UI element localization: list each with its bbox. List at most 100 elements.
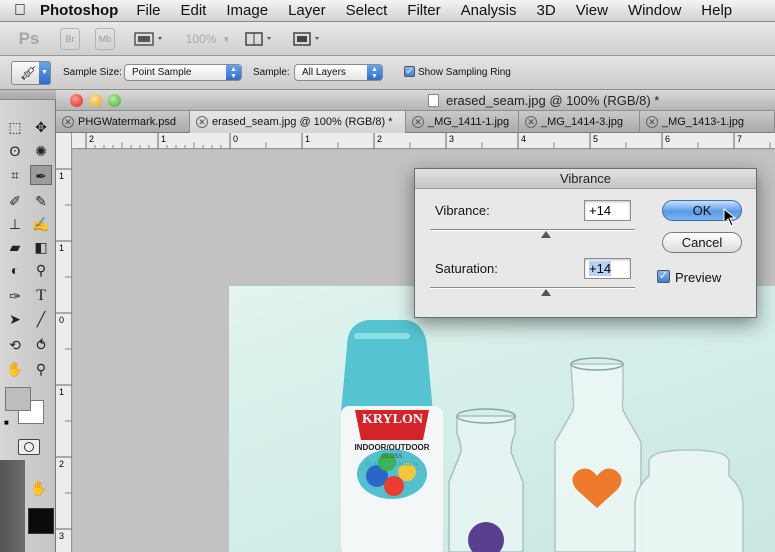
pen-tool-icon[interactable]: ✑	[4, 286, 26, 306]
path-selection-tool-icon[interactable]: ➤	[4, 309, 26, 329]
vibrance-slider-thumb[interactable]	[541, 231, 551, 238]
app-menu[interactable]: Photoshop	[40, 2, 118, 19]
line-tool-icon[interactable]: ╱	[30, 309, 52, 329]
hand-tool-icon[interactable]: ✋	[4, 359, 26, 379]
vibrance-slider-track[interactable]	[430, 229, 635, 231]
bridge-button[interactable]: Br	[60, 28, 80, 50]
saturation-slider-thumb[interactable]	[541, 289, 551, 296]
tab-erased-seam[interactable]: ✕ erased_seam.jpg @ 100% (RGB/8) *	[190, 111, 406, 133]
zoom-tool-icon[interactable]: ⚲	[30, 359, 52, 379]
ruler-label: 1	[59, 243, 65, 253]
vibrance-dialog: Vibrance Vibrance: +14 Saturation: +14 O…	[414, 168, 757, 318]
close-icon[interactable]: ✕	[646, 116, 658, 128]
zoom-level[interactable]: 100% ▼	[183, 28, 233, 50]
ruler-label: 1	[305, 134, 311, 144]
lasso-tool-icon[interactable]: ʘ	[4, 141, 26, 161]
menu-select[interactable]: Select	[346, 2, 388, 19]
3d-orbit-tool-icon[interactable]: ⥀	[30, 335, 52, 355]
eyedropper-tool-icon[interactable]: ✒	[30, 165, 52, 185]
hand-tool-icon[interactable]: ✋	[28, 478, 50, 498]
menu-bar:  Photoshop File Edit Image Layer Select…	[0, 0, 775, 22]
menu-window[interactable]: Window	[628, 2, 681, 19]
sample-size-select[interactable]: Point Sample ▲ ▼	[124, 64, 242, 81]
menu-view[interactable]: View	[576, 2, 608, 19]
close-icon[interactable]: ✕	[62, 116, 74, 128]
panel-strip	[0, 460, 25, 552]
brush-tool-icon[interactable]: ✎	[30, 191, 52, 211]
vibrance-input[interactable]: +14	[584, 200, 631, 221]
can-brand-text: KRYLON	[362, 412, 423, 427]
saturation-input[interactable]: +14	[584, 258, 631, 279]
stepper-arrows-icon: ▲ ▼	[226, 65, 241, 80]
dodge-tool-icon[interactable]: ⚲	[30, 260, 52, 280]
ruler-label: 1	[59, 171, 65, 181]
arrange-documents-button[interactable]	[244, 28, 278, 50]
toolbox-grip[interactable]	[0, 90, 56, 100]
menu-file[interactable]: File	[136, 2, 160, 19]
tab-phgwatermark[interactable]: ✕ PHGWatermark.psd	[56, 111, 190, 133]
cancel-button[interactable]: Cancel	[662, 232, 742, 253]
gradient-tool-icon[interactable]: ◧	[30, 237, 52, 257]
ruler-label: 3	[59, 531, 65, 541]
vertical-ruler[interactable]: 1 1 0 1 2 3	[56, 133, 72, 552]
show-sampling-ring-label: Show Sampling Ring	[418, 67, 511, 78]
foreground-color-swatch-top[interactable]	[5, 387, 31, 411]
menu-layer[interactable]: Layer	[288, 2, 326, 19]
show-sampling-ring-checkbox[interactable]: ✓	[404, 66, 415, 77]
menu-edit[interactable]: Edit	[181, 2, 207, 19]
mini-bridge-button[interactable]: Mb	[95, 28, 115, 50]
ruler-label: 1	[161, 134, 167, 144]
foreground-color-swatch-secondary[interactable]	[28, 508, 54, 534]
minimize-window-button[interactable]	[89, 94, 102, 107]
close-icon[interactable]: ✕	[412, 116, 424, 128]
preview-checkbox[interactable]: ✓	[657, 270, 670, 283]
saturation-slider-track[interactable]	[430, 287, 635, 289]
close-icon[interactable]: ✕	[196, 116, 208, 128]
marquee-tool-icon[interactable]: ⬚	[4, 117, 26, 137]
crop-tool-icon[interactable]: ⌗	[4, 165, 26, 185]
blur-tool-icon[interactable]: ◐	[4, 260, 26, 280]
close-window-button[interactable]	[70, 94, 83, 107]
horizontal-ruler[interactable]: 2 1 0 1 2 3 4 5 6 7	[72, 133, 775, 149]
healing-brush-tool-icon[interactable]: ✐	[4, 191, 26, 211]
type-tool-icon[interactable]: T	[30, 286, 52, 306]
dialog-title[interactable]: Vibrance	[415, 169, 756, 189]
sample-size-label: Sample Size:	[63, 67, 122, 78]
application-bar: Ps Br Mb 100% ▼	[0, 22, 775, 56]
document-window: erased_seam.jpg @ 100% (RGB/8) * ✕ PHGWat…	[56, 90, 775, 552]
quick-mask-button[interactable]	[18, 439, 40, 455]
history-brush-tool-icon[interactable]: ✍	[30, 214, 52, 234]
preview-label: Preview	[675, 270, 722, 285]
screen-mode-icon	[293, 32, 319, 46]
zoom-window-button[interactable]	[108, 94, 121, 107]
sample-select[interactable]: All Layers ▲ ▼	[294, 64, 383, 81]
menu-3d[interactable]: 3D	[537, 2, 556, 19]
tool-preset-picker[interactable]: 💉︎ ▼	[11, 61, 51, 85]
close-icon[interactable]: ✕	[525, 116, 537, 128]
screen-mode-button[interactable]	[292, 28, 326, 50]
tab-mg-1414[interactable]: ✕ _MG_1414-3.jpg	[519, 111, 640, 133]
eraser-tool-icon[interactable]: ▰	[4, 237, 26, 257]
can-text-line3: BLUE OCEAN BREEZE	[365, 462, 419, 468]
menu-filter[interactable]: Filter	[407, 2, 440, 19]
glass-bottle	[554, 363, 642, 552]
ruler-label: 1	[59, 387, 65, 397]
3d-rotate-tool-icon[interactable]: ⟲	[4, 335, 26, 355]
default-colors-icon[interactable]: ■	[4, 418, 9, 427]
document-image[interactable]: KRYLON INDOOR/OUTDOOR GLOSS BLUE OCEAN B…	[229, 286, 775, 552]
apple-icon[interactable]: 	[0, 2, 40, 20]
magic-wand-tool-icon[interactable]: ✺	[30, 141, 52, 161]
view-extras-button[interactable]	[133, 28, 167, 50]
saturation-label: Saturation:	[435, 261, 498, 276]
ruler-label: 6	[665, 134, 671, 144]
tab-mg-1411[interactable]: ✕ _MG_1411-1.jpg	[406, 111, 519, 133]
ruler-label: 0	[233, 134, 239, 144]
clone-stamp-tool-icon[interactable]: ⊥	[4, 214, 26, 234]
document-tab-bar: ✕ PHGWatermark.psd ✕ erased_seam.jpg @ 100…	[56, 111, 775, 133]
tab-mg-1413[interactable]: ✕ _MG_1413-1.jpg	[640, 111, 775, 133]
eyedropper-icon: 💉︎	[19, 65, 39, 82]
move-tool-icon[interactable]: ✥	[30, 117, 52, 137]
menu-image[interactable]: Image	[226, 2, 268, 19]
menu-analysis[interactable]: Analysis	[461, 2, 517, 19]
menu-help[interactable]: Help	[701, 2, 732, 19]
